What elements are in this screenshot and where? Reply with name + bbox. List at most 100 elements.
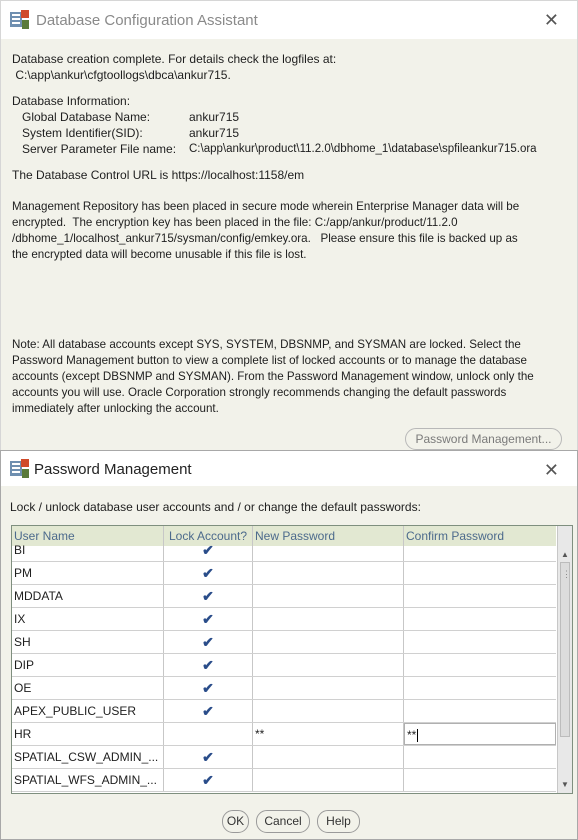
table-row[interactable]: OE ✔ — [12, 677, 556, 700]
note-line: Note: All database accounts except SYS, … — [12, 338, 521, 351]
new-password-cell[interactable] — [253, 562, 404, 584]
lock-account-cell[interactable]: ✔ — [164, 631, 253, 653]
checkmark-icon[interactable]: ✔ — [202, 680, 214, 696]
scroll-up-arrow-icon[interactable]: ▲ — [558, 548, 572, 562]
note-line: Password Management button to view a com… — [12, 354, 527, 367]
checkmark-icon[interactable]: ✔ — [202, 611, 214, 627]
dbca-window-title: Database Configuration Assistant — [36, 12, 258, 29]
lock-account-cell[interactable]: ✔ — [164, 562, 253, 584]
oracle-dbca-icon — [10, 459, 29, 478]
repository-line: the encrypted data will become unusable … — [12, 248, 307, 261]
new-password-value: ** — [255, 727, 265, 741]
new-password-cell[interactable] — [253, 654, 404, 676]
table-row[interactable]: SPATIAL_CSW_ADMIN_... ✔ — [12, 746, 556, 769]
checkmark-icon[interactable]: ✔ — [202, 772, 214, 788]
grip-icon: ⋮⋮ — [562, 569, 572, 579]
confirm-password-cell[interactable] — [404, 562, 556, 584]
text-cursor — [417, 729, 419, 743]
checkmark-icon[interactable]: ✔ — [202, 657, 214, 673]
table-row[interactable]: DIP ✔ — [12, 654, 556, 677]
sid-label: System Identifier(SID): — [22, 126, 143, 140]
checkmark-icon[interactable]: ✔ — [202, 634, 214, 650]
confirm-password-cell[interactable] — [404, 700, 556, 722]
close-icon[interactable]: ✕ — [544, 461, 559, 479]
lock-account-cell[interactable]: ✔ — [164, 700, 253, 722]
new-password-cell[interactable] — [253, 631, 404, 653]
lock-account-cell[interactable]: ✔ — [164, 654, 253, 676]
table-row[interactable]: HR ** ** — [12, 723, 556, 746]
lock-account-cell[interactable]: ✔ — [164, 677, 253, 699]
dbca-window: Database Configuration Assistant ✕ Datab… — [0, 0, 578, 452]
table-body: BI ✔ PM ✔ MDDATA ✔ IX ✔ SH ✔ DIP ✔ OE ✔ APEX_PUBLIC_US… — [12, 539, 556, 792]
creation-complete-text: Database creation complete. For details … — [12, 52, 337, 66]
control-url-text: The Database Control URL is https://loca… — [12, 168, 305, 182]
confirm-password-cell[interactable] — [404, 631, 556, 653]
log-path-text: C:\app\ankur\cfgtoollogs\dbca\ankur715. — [12, 68, 231, 82]
lock-account-cell[interactable]: ✔ — [164, 769, 253, 791]
new-password-cell[interactable] — [253, 539, 404, 561]
pwm-instruction: Lock / unlock database user accounts and… — [10, 500, 421, 514]
confirm-password-cell[interactable] — [404, 608, 556, 630]
table-row[interactable]: SH ✔ — [12, 631, 556, 654]
new-password-cell[interactable]: ** — [253, 723, 404, 745]
pwm-titlebar: Password Management ✕ — [1, 451, 577, 486]
new-password-cell[interactable] — [253, 677, 404, 699]
checkmark-icon[interactable]: ✔ — [202, 565, 214, 581]
lock-account-cell[interactable]: ✔ — [164, 746, 253, 768]
table-row[interactable]: APEX_PUBLIC_USER ✔ — [12, 700, 556, 723]
table-row[interactable]: IX ✔ — [12, 608, 556, 631]
cancel-button[interactable]: Cancel — [256, 810, 310, 833]
checkmark-icon[interactable]: ✔ — [202, 749, 214, 765]
new-password-cell[interactable] — [253, 608, 404, 630]
table-row[interactable]: BI ✔ — [12, 539, 556, 562]
note-line: accounts (except DBSNMP and SYSMAN). Fro… — [12, 370, 534, 383]
confirm-password-cell[interactable] — [404, 769, 556, 791]
table-row[interactable]: MDDATA ✔ — [12, 585, 556, 608]
confirm-password-cell[interactable]: ** — [404, 723, 556, 745]
global-db-name-value: ankur715 — [189, 110, 240, 124]
table-row[interactable]: PM ✔ — [12, 562, 556, 585]
pwm-window-title: Password Management — [34, 461, 192, 478]
lock-account-cell[interactable]: ✔ — [164, 539, 253, 561]
vertical-scrollbar[interactable]: ▲ ⋮⋮ ▼ — [557, 526, 572, 793]
user-name-cell: OE — [12, 677, 164, 699]
spfile-value: C:\app\ankur\product\11.2.0\dbhome_1\dat… — [189, 143, 537, 155]
confirm-password-cell[interactable] — [404, 746, 556, 768]
new-password-cell[interactable] — [253, 769, 404, 791]
global-db-name-label: Global Database Name: — [22, 110, 151, 124]
confirm-password-cell[interactable] — [404, 539, 556, 561]
scroll-down-arrow-icon[interactable]: ▼ — [558, 778, 572, 792]
help-button[interactable]: Help — [317, 810, 360, 833]
user-name-cell: DIP — [12, 654, 164, 676]
scrollbar-thumb[interactable]: ⋮⋮ — [560, 562, 572, 737]
repository-line: encrypted. The encryption key has been p… — [12, 216, 458, 229]
note-line: immediately after unlocking the account. — [12, 402, 219, 415]
new-password-cell[interactable] — [253, 700, 404, 722]
password-management-dialog: Password Management ✕ Lock / unlock data… — [0, 450, 578, 840]
new-password-cell[interactable] — [253, 585, 404, 607]
user-name-cell: SPATIAL_CSW_ADMIN_... — [12, 746, 164, 768]
lock-account-cell[interactable]: ✔ — [164, 608, 253, 630]
checkmark-icon[interactable]: ✔ — [202, 588, 214, 604]
new-password-cell[interactable] — [253, 746, 404, 768]
spfile-label: Server Parameter File name: — [22, 142, 177, 156]
user-name-cell: IX — [12, 608, 164, 630]
confirm-password-cell[interactable] — [404, 654, 556, 676]
repository-line: Management Repository has been placed in… — [12, 200, 520, 213]
sid-value: ankur715 — [189, 126, 240, 140]
checkmark-icon[interactable]: ✔ — [202, 542, 214, 558]
table-row[interactable]: SPATIAL_WFS_ADMIN_... ✔ — [12, 769, 556, 792]
confirm-password-cell[interactable] — [404, 585, 556, 607]
user-name-cell: APEX_PUBLIC_USER — [12, 700, 164, 722]
accounts-table: User Name Lock Account? New Password Con… — [11, 525, 573, 794]
lock-account-cell[interactable] — [164, 723, 253, 745]
checkmark-icon[interactable]: ✔ — [202, 703, 214, 719]
lock-account-cell[interactable]: ✔ — [164, 585, 253, 607]
close-icon[interactable]: ✕ — [544, 11, 559, 29]
db-info-heading: Database Information: — [12, 94, 131, 108]
ok-button[interactable]: OK — [222, 810, 249, 833]
user-name-cell: MDDATA — [12, 585, 164, 607]
note-line: accounts you will use. Oracle Corporatio… — [12, 386, 507, 399]
confirm-password-cell[interactable] — [404, 677, 556, 699]
password-management-button[interactable]: Password Management... — [405, 428, 562, 450]
